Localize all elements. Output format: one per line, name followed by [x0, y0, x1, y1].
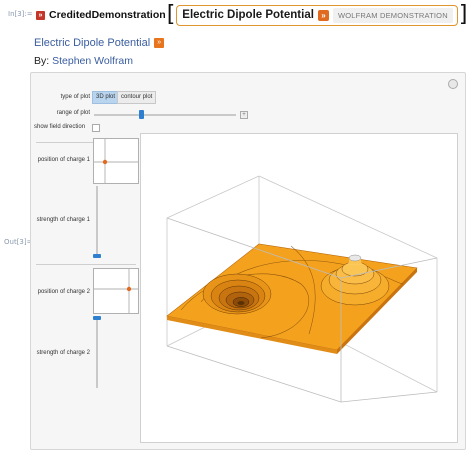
byline: By: Stephen Wolfram — [34, 55, 133, 67]
plot-type-3d-button[interactable]: 3D plot — [92, 91, 120, 104]
function-name: CreditedDemonstration — [49, 9, 166, 21]
charge1-strength-slider[interactable] — [96, 186, 98, 258]
range-slider-thumb[interactable] — [139, 110, 144, 119]
show-field-checkbox[interactable] — [92, 124, 100, 132]
charge2-strength-label: strength of charge 2 — [36, 350, 90, 356]
wolfram-function-icon: » — [36, 10, 45, 20]
entity-expand-icon[interactable]: » — [317, 9, 329, 21]
dipole-3d-plot[interactable] — [141, 134, 457, 442]
charge1-strength-thumb[interactable] — [93, 254, 101, 258]
range-expand-icon[interactable]: + — [240, 111, 248, 119]
type-of-plot-label: type of plot — [60, 94, 90, 100]
charge2-strength-slider[interactable] — [96, 320, 98, 388]
author-name: Stephen Wolfram — [52, 55, 134, 67]
demonstration-title: Electric Dipole Potential » — [34, 37, 165, 49]
charge1-well — [202, 273, 272, 315]
gear-icon[interactable] — [448, 79, 458, 89]
title-link-icon[interactable]: » — [154, 38, 165, 48]
input-cell[interactable]: » CreditedDemonstration [ Electric Dipol… — [36, 4, 468, 26]
range-slider-track[interactable] — [94, 114, 236, 116]
entity-chip[interactable]: Electric Dipole Potential » WOLFRAM DEMO… — [176, 4, 458, 26]
demonstration-title-text: Electric Dipole Potential — [34, 37, 151, 49]
input-cell-label: In[3]:= — [8, 10, 33, 18]
range-of-plot-label: range of plot — [56, 110, 90, 116]
plot-type-contour-button[interactable]: contour plot — [117, 91, 157, 104]
entity-name: Electric Dipole Potential — [182, 9, 314, 21]
close-bracket: ] — [458, 2, 468, 27]
control-separator — [36, 264, 136, 265]
show-field-label: show field direction — [34, 124, 86, 130]
entity-type-badge: WOLFRAM DEMONSTRATION — [332, 7, 453, 23]
charge1-position-locator[interactable] — [93, 138, 139, 184]
charge2-position-locator[interactable] — [93, 268, 139, 314]
open-bracket: [ — [166, 2, 176, 27]
charge1-position-label: position of charge 1 — [37, 157, 90, 163]
plot-area[interactable] — [140, 133, 458, 443]
byline-prefix: By: — [34, 55, 53, 67]
output-cell-label: Out[3]= — [4, 238, 33, 246]
charge2-position-label: position of charge 2 — [37, 289, 90, 295]
charge1-strength-label: strength of charge 1 — [36, 217, 90, 223]
